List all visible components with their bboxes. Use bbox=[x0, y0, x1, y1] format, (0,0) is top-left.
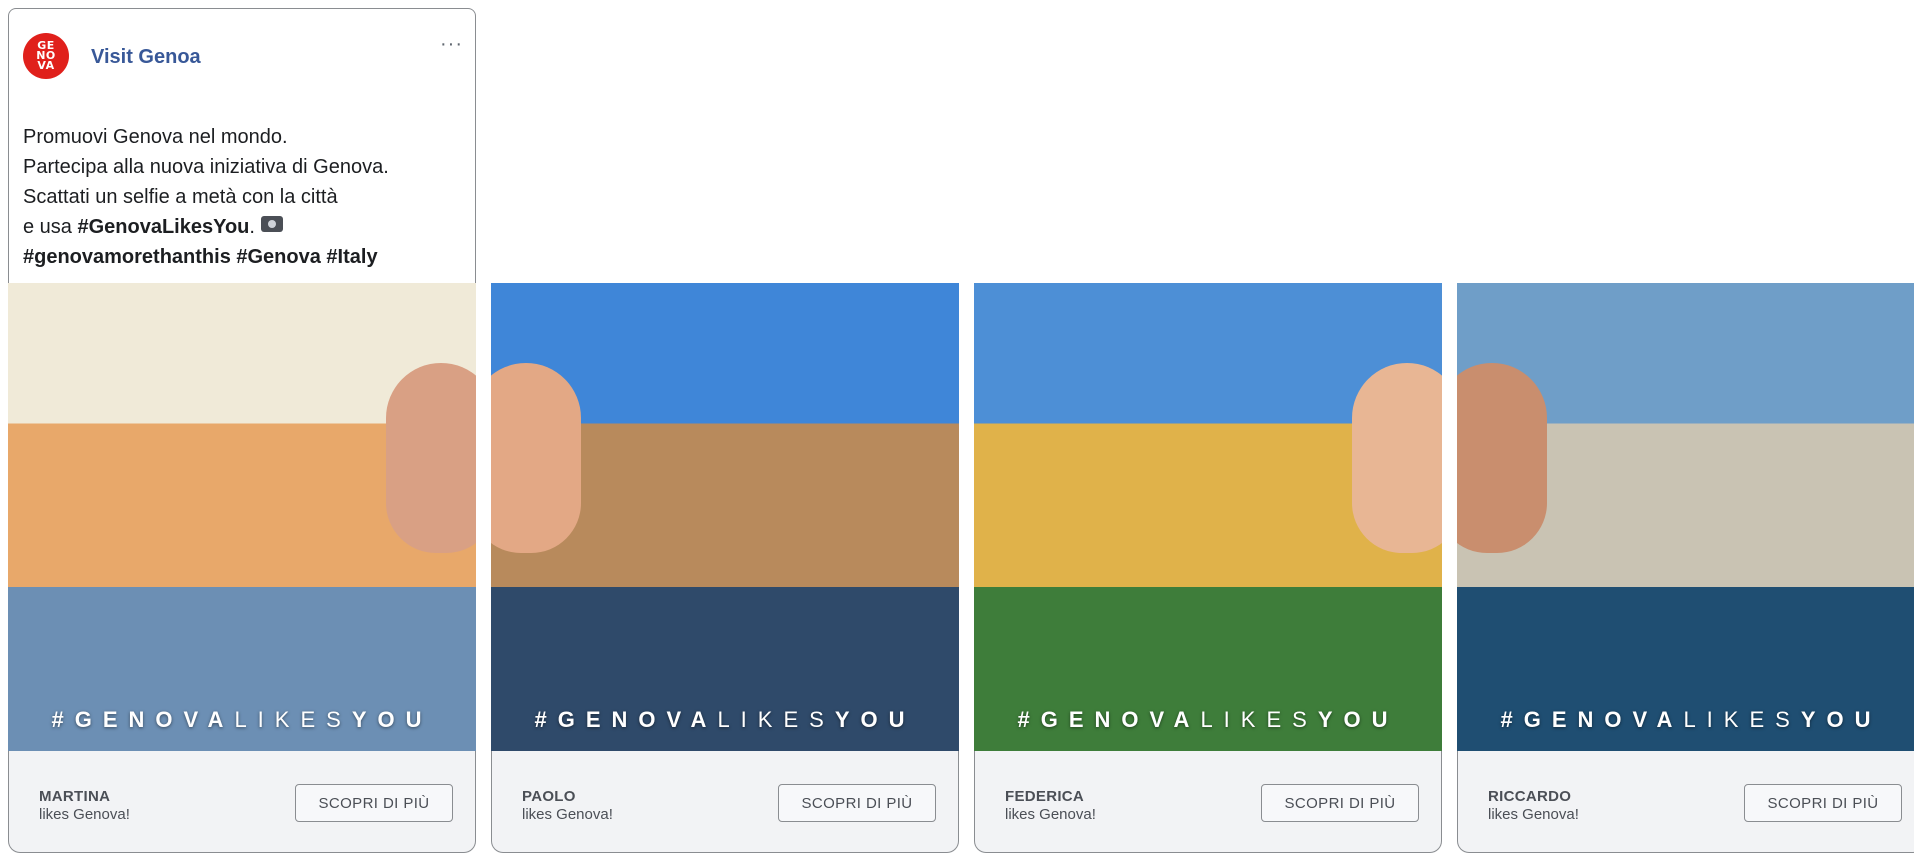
page-name-link[interactable]: Visit Genoa bbox=[91, 46, 201, 69]
carousel: #GENOVALIKESYOU MARTINA likes Genova! SCOPR… bbox=[8, 283, 1914, 853]
post-text-line: Partecipa alla nuova iniziativa di Genov… bbox=[23, 156, 389, 178]
card-image-piazza-fountain-palace[interactable]: #GENOVALIKESYOU bbox=[491, 283, 959, 751]
overlay-thin: LIKES bbox=[1200, 707, 1318, 732]
card-image-seaside-coastline[interactable]: #GENOVALIKESYOU bbox=[1457, 283, 1914, 751]
learn-more-button[interactable]: SCOPRI DI PIÙ bbox=[295, 784, 453, 822]
card-title: RICCARDO bbox=[1488, 788, 1572, 805]
overlay-bold: #GENOVA bbox=[51, 707, 235, 732]
post-text: Promuovi Genova nel mondo. Partecipa all… bbox=[23, 122, 463, 272]
card-subtitle: likes Genova! bbox=[522, 806, 613, 823]
post-header-card: GE NO VA Visit Genoa ··· Promuovi Genova… bbox=[8, 8, 476, 308]
post-text-suffix: . bbox=[249, 216, 255, 238]
carousel-card[interactable]: #GENOVALIKESYOU MARTINA likes Genova! SCOPR… bbox=[8, 283, 476, 853]
overlay-bold: YOU bbox=[1800, 707, 1882, 732]
overlay-thin: LIKES bbox=[1683, 707, 1801, 732]
post-text-prefix: e usa bbox=[23, 216, 78, 238]
card-subtitle: likes Genova! bbox=[1488, 806, 1579, 823]
learn-more-button[interactable]: SCOPRI DI PIÙ bbox=[1744, 784, 1902, 822]
selfie-half-face bbox=[1352, 363, 1442, 553]
post-text-line: Scattati un selfie a metà con la città bbox=[23, 186, 338, 208]
card-footer: PAOLO likes Genova! SCOPRI DI PIÙ bbox=[491, 751, 959, 853]
overlay-thin: LIKES bbox=[717, 707, 835, 732]
learn-more-button[interactable]: SCOPRI DI PIÙ bbox=[1261, 784, 1419, 822]
card-footer: MARTINA likes Genova! SCOPRI DI PIÙ bbox=[8, 751, 476, 853]
overlay-bold: #GENOVA bbox=[534, 707, 718, 732]
more-horizontal-icon[interactable]: ··· bbox=[440, 34, 463, 54]
hashtag-links[interactable]: #genovamorethanthis #Genova #Italy bbox=[23, 246, 378, 268]
overlay-bold: #GENOVA bbox=[1500, 707, 1684, 732]
selfie-half-face bbox=[1457, 363, 1547, 553]
selfie-half-face bbox=[491, 363, 581, 553]
card-image-palazzo-archway-garden[interactable]: #GENOVALIKESYOU bbox=[974, 283, 1442, 751]
overlay-thin: LIKES bbox=[234, 707, 352, 732]
card-subtitle: likes Genova! bbox=[1005, 806, 1096, 823]
card-title: MARTINA bbox=[39, 788, 111, 805]
genova-logo-icon: GE NO VA bbox=[36, 39, 56, 72]
overlay-bold: #GENOVA bbox=[1017, 707, 1201, 732]
overlay-bold: YOU bbox=[351, 707, 433, 732]
selfie-half-face bbox=[386, 363, 476, 553]
hashtag-overlay: #GENOVALIKESYOU bbox=[8, 707, 476, 733]
card-subtitle: likes Genova! bbox=[39, 806, 130, 823]
camera-icon bbox=[260, 216, 283, 232]
post-text-line: Promuovi Genova nel mondo. bbox=[23, 126, 288, 148]
page-avatar[interactable]: GE NO VA bbox=[23, 33, 69, 79]
card-title: PAOLO bbox=[522, 788, 576, 805]
carousel-card[interactable]: #GENOVALIKESYOU PAOLO likes Genova! SCOPRI … bbox=[491, 283, 959, 853]
hashtag-overlay: #GENOVALIKESYOU bbox=[1457, 707, 1914, 733]
post-text-line: #genovamorethanthis #Genova #Italy bbox=[23, 242, 463, 272]
carousel-card[interactable]: #GENOVALIKESYOU RICCARDO likes Genova! SCOP… bbox=[1457, 283, 1914, 853]
post-text-line: e usa #GenovaLikesYou. bbox=[23, 212, 463, 242]
card-image-colorful-harbor-houses[interactable]: #GENOVALIKESYOU bbox=[8, 283, 476, 751]
overlay-bold: YOU bbox=[834, 707, 916, 732]
overlay-bold: YOU bbox=[1317, 707, 1399, 732]
carousel-card[interactable]: #GENOVALIKESYOU FEDERICA likes Genova! SCOP… bbox=[974, 283, 1442, 853]
card-title: FEDERICA bbox=[1005, 788, 1085, 805]
hashtag-overlay: #GENOVALIKESYOU bbox=[974, 707, 1442, 733]
hashtag-link[interactable]: #GenovaLikesYou bbox=[77, 216, 249, 238]
card-footer: RICCARDO likes Genova! SCOPRI DI PIÙ bbox=[1457, 751, 1914, 853]
learn-more-button[interactable]: SCOPRI DI PIÙ bbox=[778, 784, 936, 822]
hashtag-overlay: #GENOVALIKESYOU bbox=[491, 707, 959, 733]
card-footer: FEDERICA likes Genova! SCOPRI DI PIÙ bbox=[974, 751, 1442, 853]
